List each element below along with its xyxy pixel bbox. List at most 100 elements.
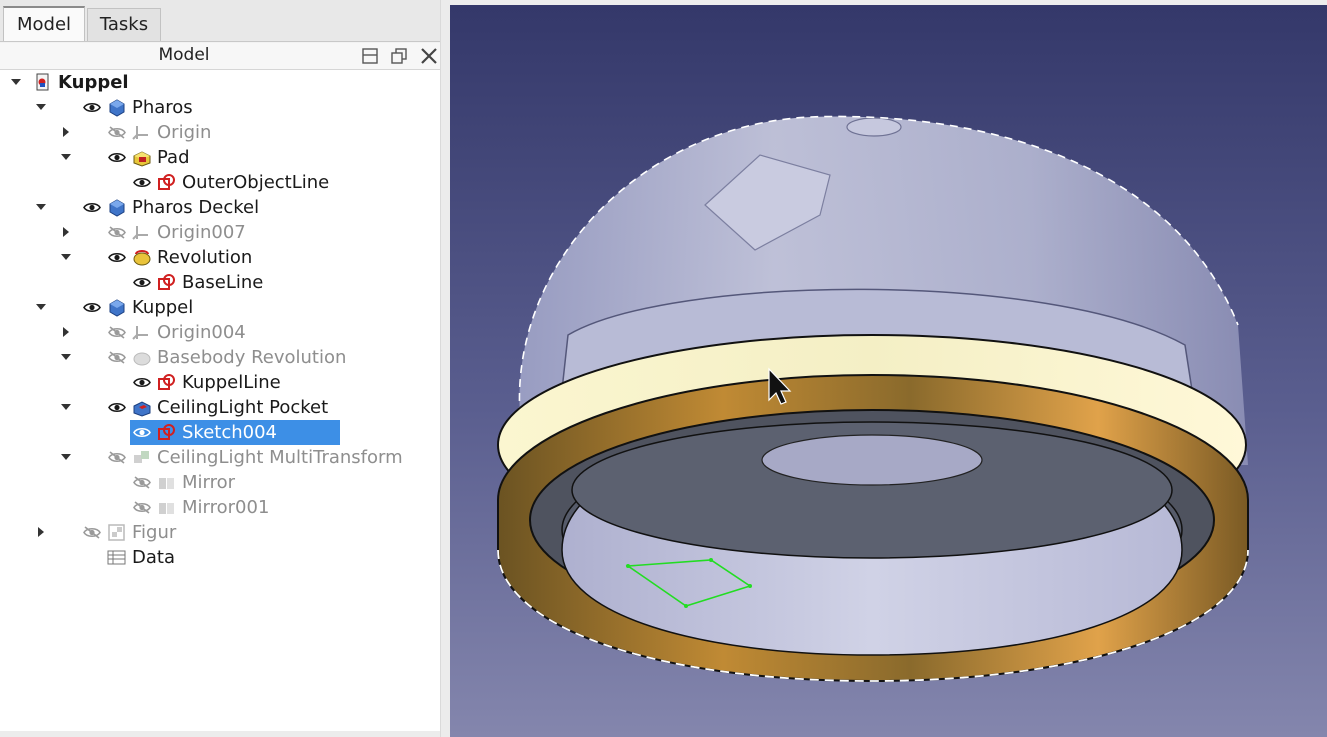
chevron-down-icon[interactable]: [35, 101, 47, 113]
tree-item-label: Mirror: [182, 472, 236, 493]
sketch-vertex: [626, 564, 630, 568]
tab-tasks[interactable]: Tasks: [87, 8, 161, 41]
tree-item-ceilinglight-pocket[interactable]: CeilingLight Pocket: [0, 395, 440, 420]
tree-item-label: Data: [132, 547, 175, 568]
mirror-icon: [159, 503, 174, 514]
chevron-down-icon[interactable]: [10, 76, 22, 88]
tree-item-label: Origin004: [157, 322, 246, 343]
sketch-vertex: [748, 584, 752, 588]
eye-icon[interactable]: [83, 201, 101, 214]
tree-item-data[interactable]: Data: [0, 545, 440, 570]
close-icon[interactable]: [420, 47, 438, 65]
tree-item-label: KuppelLine: [182, 372, 281, 393]
dome-model[interactable]: [497, 115, 1249, 683]
tree-item-label: Kuppel: [58, 72, 129, 93]
eye-hidden-icon[interactable]: [133, 476, 151, 489]
chevron-down-icon[interactable]: [35, 201, 47, 213]
tree-item-label: Origin: [157, 122, 212, 143]
tab-model[interactable]: Model: [3, 6, 85, 42]
eye-icon[interactable]: [133, 276, 151, 289]
tree-item-origin004[interactable]: Origin004: [0, 320, 440, 345]
tree-item-sketch004[interactable]: Sketch004: [0, 420, 440, 445]
chevron-right-icon[interactable]: [60, 126, 72, 138]
sketch-icon: [158, 174, 175, 190]
eye-hidden-icon[interactable]: [108, 451, 126, 464]
revolution-icon: [133, 250, 151, 266]
tree-item-outerobjectline[interactable]: OuterObjectLine: [0, 170, 440, 195]
tree-item-kuppel[interactable]: Kuppel: [0, 295, 440, 320]
tree-item-pad[interactable]: Pad: [0, 145, 440, 170]
tree-item-label: OuterObjectLine: [182, 172, 330, 193]
mirror-icon: [159, 478, 174, 489]
dome-hatch: [846, 117, 902, 137]
chevron-down-icon[interactable]: [60, 251, 72, 263]
document-icon: [36, 73, 49, 91]
body-icon: [109, 99, 125, 117]
eye-icon[interactable]: [83, 301, 101, 314]
body-icon: [109, 299, 125, 317]
tree-item-label: CeilingLight Pocket: [157, 397, 329, 418]
origin-icon: [132, 326, 148, 340]
eye-icon[interactable]: [108, 151, 126, 164]
tree-item-label: Kuppel: [132, 297, 194, 318]
tree-item-label: Sketch004: [182, 422, 278, 443]
eye-hidden-icon[interactable]: [108, 351, 126, 364]
left-panel: Model Tasks Model Kuppel Pharos Origin Pad O…: [0, 0, 448, 737]
chevron-down-icon[interactable]: [60, 351, 72, 363]
tree-item-kuppelline[interactable]: KuppelLine: [0, 370, 440, 395]
collapse-icon[interactable]: [361, 47, 379, 65]
tree-item-ceilinglight-multitransform[interactable]: CeilingLight MultiTransform: [0, 445, 440, 470]
tree-item-label: Pharos Deckel: [132, 197, 260, 218]
tree-item-kuppel[interactable]: Kuppel: [0, 70, 440, 95]
eye-icon[interactable]: [83, 101, 101, 114]
tree-item-revolution[interactable]: Revolution: [0, 245, 440, 270]
chevron-down-icon[interactable]: [60, 151, 72, 163]
revolution-gray-icon: [133, 352, 151, 366]
eye-icon[interactable]: [108, 251, 126, 264]
chevron-right-icon[interactable]: [60, 326, 72, 338]
eye-hidden-icon[interactable]: [83, 526, 101, 539]
assembly-icon: [108, 524, 125, 541]
tree-item-origin[interactable]: Origin: [0, 120, 440, 145]
tree-item-label: Revolution: [157, 247, 253, 268]
eye-icon[interactable]: [133, 176, 151, 189]
tree-item-mirror001[interactable]: Mirror001: [0, 495, 440, 520]
multitransform-icon: [134, 451, 149, 463]
eye-icon[interactable]: [133, 376, 151, 389]
sketch-icon: [158, 374, 175, 390]
tree-item-pharos[interactable]: Pharos: [0, 95, 440, 120]
3d-viewport[interactable]: [450, 5, 1327, 737]
eye-hidden-icon[interactable]: [108, 126, 126, 139]
inner-hole: [761, 434, 983, 486]
tab-divider: [0, 41, 448, 42]
tree-item-label: Figur: [132, 522, 177, 543]
pad-icon: [133, 151, 151, 167]
model-tree[interactable]: Kuppel Pharos Origin Pad OuterObjectLine Phar…: [0, 69, 440, 732]
body-icon: [109, 199, 125, 217]
chevron-down-icon[interactable]: [60, 401, 72, 413]
eye-hidden-icon[interactable]: [108, 226, 126, 239]
eye-hidden-icon[interactable]: [108, 326, 126, 339]
tree-item-label: Pharos: [132, 97, 193, 118]
sketch-vertex: [684, 604, 688, 608]
sketch-vertex: [709, 558, 713, 562]
chevron-right-icon[interactable]: [35, 526, 47, 538]
spreadsheet-icon: [107, 550, 126, 565]
tree-item-pharos-deckel[interactable]: Pharos Deckel: [0, 195, 440, 220]
eye-hidden-icon[interactable]: [133, 501, 151, 514]
chevron-right-icon[interactable]: [60, 226, 72, 238]
tree-item-label: Mirror001: [182, 497, 270, 518]
float-icon[interactable]: [390, 47, 408, 65]
tab-bar: Model Tasks: [0, 0, 448, 42]
tree-item-baseline[interactable]: BaseLine: [0, 270, 440, 295]
tree-item-label: BaseLine: [182, 272, 264, 293]
tree-item-basebody-revolution[interactable]: Basebody Revolution: [0, 345, 440, 370]
eye-icon[interactable]: [133, 426, 151, 439]
tree-item-mirror[interactable]: Mirror: [0, 470, 440, 495]
pocket-icon: [133, 401, 151, 417]
tree-item-origin007[interactable]: Origin007: [0, 220, 440, 245]
chevron-down-icon[interactable]: [35, 301, 47, 313]
tree-item-figur[interactable]: Figur: [0, 520, 440, 545]
eye-icon[interactable]: [108, 401, 126, 414]
chevron-down-icon[interactable]: [60, 451, 72, 463]
